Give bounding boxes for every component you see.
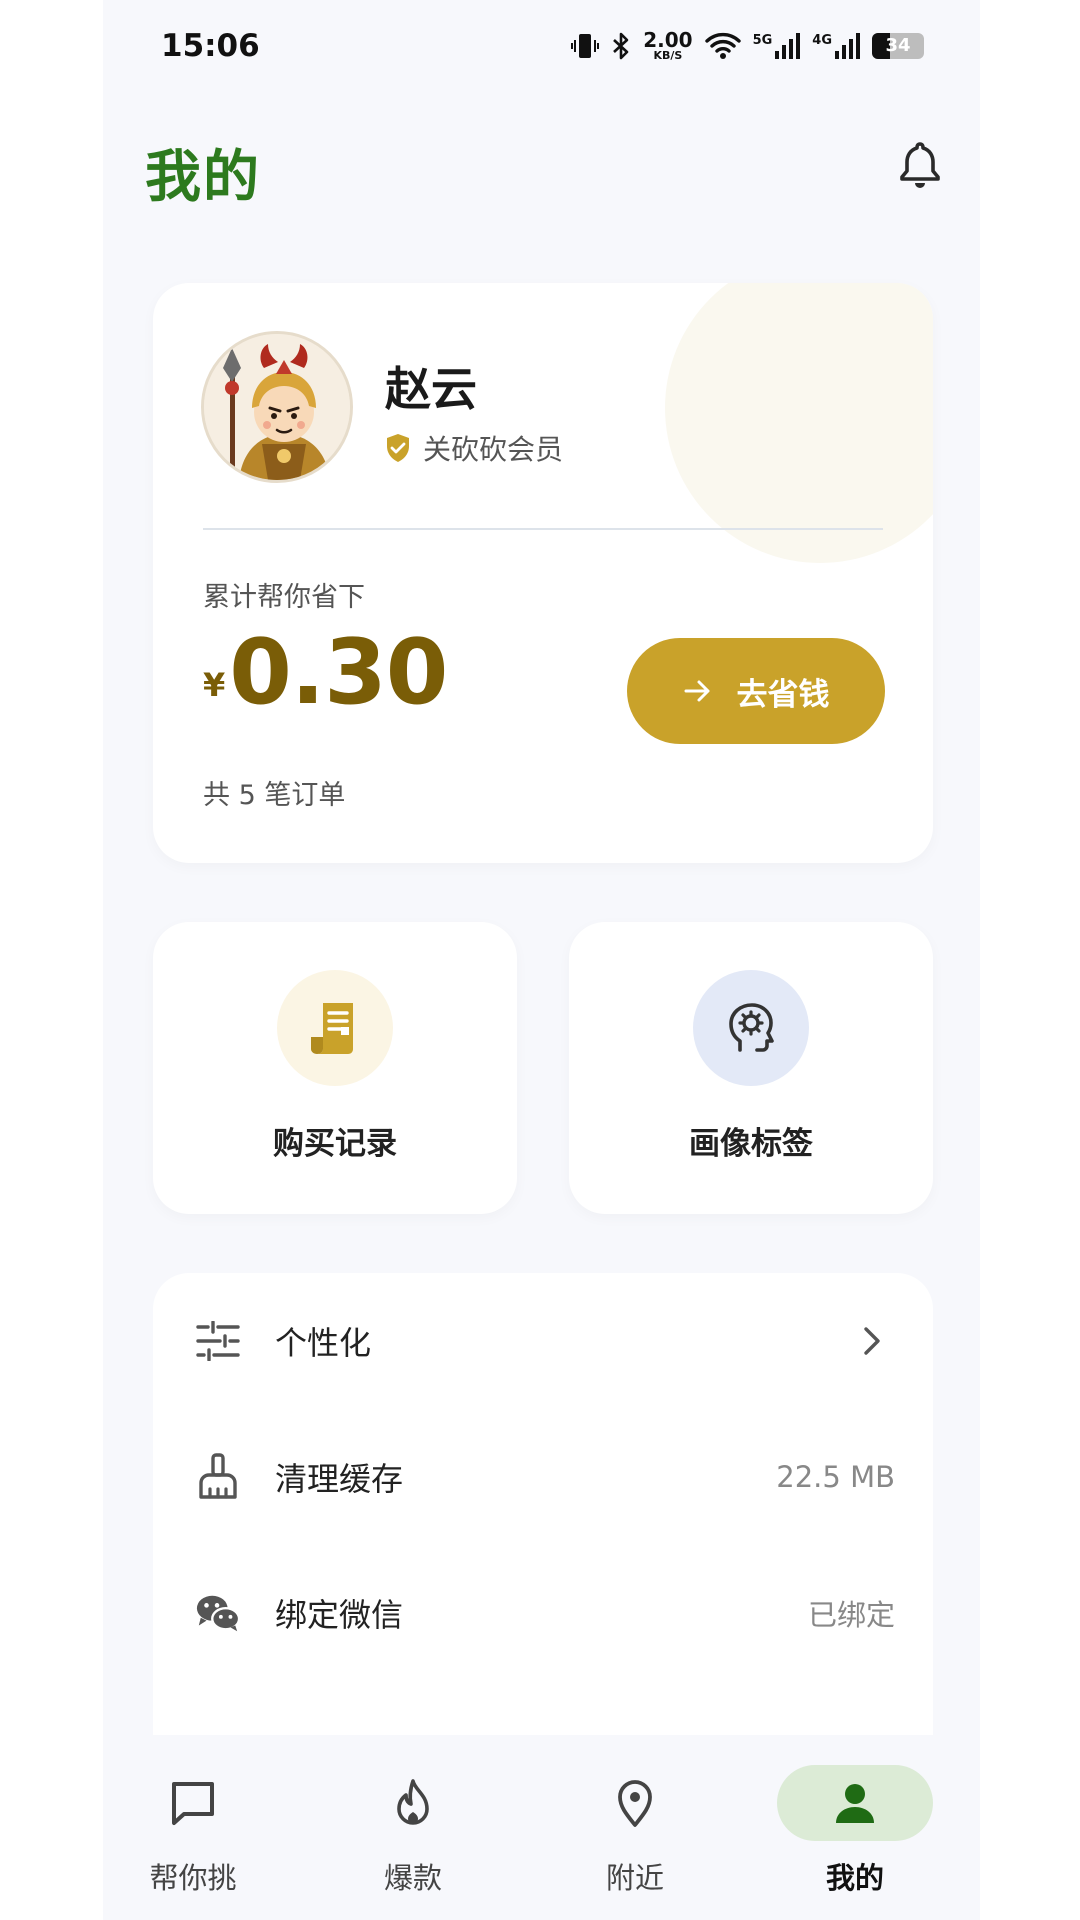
profile-tags-card[interactable]: 画像标签 <box>569 922 933 1214</box>
net-4g-label: 4G <box>812 32 832 48</box>
receipt-icon-circle <box>277 970 393 1086</box>
go-save-label: 去省钱 <box>736 676 830 713</box>
saved-label: 累计帮你省下 <box>203 582 365 613</box>
head-gear-icon <box>729 1003 774 1052</box>
status-bar: 15:06 2.00 KB/S 5G 4G 34 <box>103 0 980 95</box>
person-icon <box>836 1784 874 1823</box>
saved-amount: ¥ 0.30 <box>203 620 448 725</box>
speed-value: 2.00 <box>643 28 693 52</box>
head-gear-icon-circle <box>693 970 809 1086</box>
receipt-icon <box>311 1003 353 1054</box>
avatar[interactable] <box>201 331 353 483</box>
cache-size: 22.5 MB <box>776 1460 895 1494</box>
signal-4g: 4G <box>812 32 860 59</box>
nav-item-pick[interactable]: 帮你挑 <box>113 1763 273 1897</box>
settings-label: 个性化 <box>275 1324 372 1362</box>
nav-label: 爆款 <box>383 1861 442 1895</box>
broom-icon <box>195 1453 241 1500</box>
sliders-icon <box>195 1318 241 1364</box>
vibrate-icon <box>571 33 600 58</box>
settings-label: 绑定微信 <box>275 1596 404 1634</box>
signal-bars-icon <box>775 32 801 59</box>
battery-percent: 34 <box>885 34 911 56</box>
purchase-records-label: 购买记录 <box>273 1126 397 1162</box>
battery-icon: 34 <box>872 32 924 59</box>
nav-item-hot[interactable]: 爆款 <box>333 1763 493 1897</box>
nav-label: 我的 <box>825 1861 884 1895</box>
settings-row-personalize[interactable]: 个性化 <box>153 1273 933 1409</box>
nav-item-nearby[interactable]: 附近 <box>555 1763 715 1897</box>
settings-label: 清理缓存 <box>275 1460 404 1498</box>
status-icons: 2.00 KB/S 5G 4G 34 <box>571 30 924 61</box>
location-pin-icon <box>618 1780 652 1827</box>
member-label: 关砍砍会员 <box>423 433 564 466</box>
speed-unit: KB/S <box>653 49 683 62</box>
settings-row-clear-cache[interactable]: 清理缓存 22.5 MB <box>153 1409 933 1545</box>
app-screen: 15:06 2.00 KB/S 5G 4G 34 我的 赵云 关砍砍会员 累计帮… <box>103 0 980 1920</box>
wechat-status: 已绑定 <box>807 1598 895 1632</box>
profile-card: 赵云 关砍砍会员 累计帮你省下 ¥ 0.30 共 5 笔订单 去省钱 <box>153 283 933 863</box>
page-title: 我的 <box>145 145 261 210</box>
go-save-button[interactable]: 去省钱 <box>627 638 885 744</box>
status-time: 15:06 <box>161 28 260 64</box>
decorative-circle <box>665 283 933 563</box>
nav-label: 帮你挑 <box>149 1861 237 1895</box>
general-avatar-illustration <box>204 334 350 480</box>
profile-tags-label: 画像标签 <box>689 1126 813 1162</box>
signal-bars-icon <box>835 32 860 59</box>
wechat-icon <box>195 1590 241 1636</box>
settings-list: 个性化 清理缓存 22.5 MB 绑定微信 已绑定 <box>153 1273 933 1793</box>
settings-row-bind-wechat[interactable]: 绑定微信 已绑定 <box>153 1545 933 1681</box>
orders-count: 共 5 笔订单 <box>203 780 346 811</box>
flame-icon <box>397 1779 429 1825</box>
bell-icon[interactable] <box>898 140 942 190</box>
chevron-right-icon <box>864 1327 880 1355</box>
nav-item-mine[interactable]: 我的 <box>775 1763 935 1897</box>
net-5g-label: 5G <box>752 32 773 48</box>
network-speed: 2.00 KB/S <box>643 30 692 61</box>
username: 赵云 <box>385 362 477 416</box>
bluetooth-icon <box>613 32 629 59</box>
nav-label: 附近 <box>605 1861 664 1895</box>
wifi-icon <box>704 32 741 59</box>
purchase-records-card[interactable]: 购买记录 <box>153 922 517 1214</box>
chat-icon <box>172 1782 214 1825</box>
bottom-nav: 帮你挑 爆款 附近 我的 <box>103 1735 980 1920</box>
arrow-right-icon <box>684 680 709 702</box>
currency-symbol: ¥ <box>203 666 226 704</box>
verified-shield-icon <box>387 434 409 462</box>
amount-value: 0.30 <box>229 620 448 725</box>
divider <box>203 528 883 530</box>
signal-5g: 5G <box>752 32 801 59</box>
member-badge: 关砍砍会员 <box>385 428 563 468</box>
